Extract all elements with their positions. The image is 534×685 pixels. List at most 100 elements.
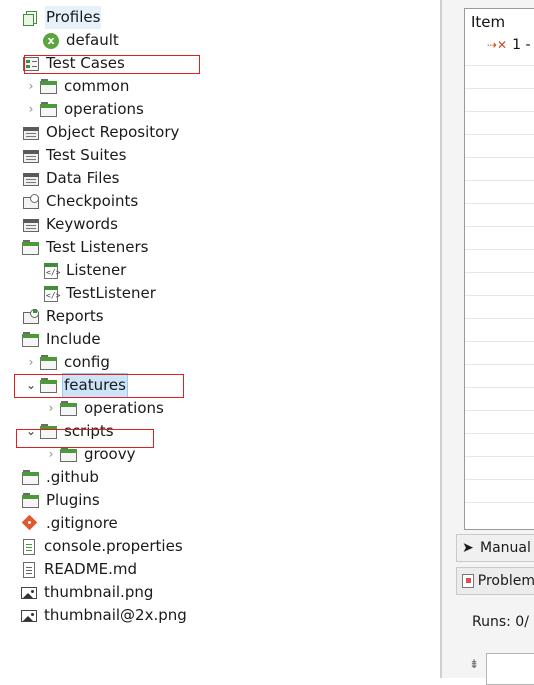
tree-item-label: operations: [64, 100, 144, 118]
item-table: Item ⇢✕ 1 - V: [464, 8, 534, 530]
remove-icon: ⇢✕: [487, 38, 508, 52]
tree-item-object-repository[interactable]: Object Repository: [22, 121, 180, 144]
chevron-down-icon[interactable]: ⌄: [26, 374, 36, 397]
panel-gutter: [442, 0, 456, 678]
chevron-right-icon[interactable]: ›: [26, 75, 36, 98]
tree-item-github[interactable]: .github: [22, 466, 100, 489]
tree-item-thumbnail-2x[interactable]: thumbnail@2x.png: [20, 604, 188, 627]
reports-icon: [22, 308, 40, 326]
tree-item-gitignore[interactable]: .gitignore: [21, 512, 119, 535]
tree-item-thumbnail[interactable]: thumbnail.png: [20, 581, 154, 604]
table-row[interactable]: ⇢✕ 1 - V: [487, 37, 534, 53]
script-file-icon: </>: [42, 262, 60, 280]
tree-item-label: Plugins: [46, 491, 100, 509]
test-cases-icon: [22, 55, 40, 73]
cursor-icon: ➤: [462, 540, 474, 556]
tree-item-console-properties[interactable]: console.properties: [20, 535, 184, 558]
tree-item-label: Data Files: [46, 169, 120, 187]
checkpoints-icon: [22, 193, 40, 211]
tree-item-label: Keywords: [46, 215, 118, 233]
tree-item-keywords[interactable]: Keywords: [22, 213, 119, 236]
tree-item-groovy[interactable]: › groovy: [46, 443, 136, 466]
tree-item-include[interactable]: Include: [22, 328, 102, 351]
tree-item-label: operations: [84, 399, 164, 417]
chevron-right-icon[interactable]: ›: [46, 443, 56, 466]
tree-item-features[interactable]: ⌄ features: [26, 373, 128, 398]
tree-item-label: Reports: [46, 307, 104, 325]
tab-problems[interactable]: Problem: [456, 567, 534, 595]
tree-item-features-operations[interactable]: › operations: [46, 397, 165, 420]
tree-item-label: TestListener: [66, 284, 156, 302]
tree-item-label: Test Suites: [46, 146, 127, 164]
tree-item-label: Test Cases: [46, 54, 125, 72]
image-file-icon: [20, 607, 38, 625]
script-file-icon: </>: [42, 285, 60, 303]
tree-item-label: .gitignore: [46, 514, 118, 532]
tree-item-listener[interactable]: </> Listener: [42, 259, 127, 282]
tree-item-config[interactable]: › config: [26, 351, 111, 374]
tree-item-label: Object Repository: [46, 123, 180, 141]
folder-icon: [22, 331, 40, 349]
tree-item-test-suites[interactable]: Test Suites: [22, 144, 127, 167]
tree-item-label: .github: [46, 468, 99, 486]
tree-item-label: Profiles: [45, 6, 102, 29]
tree-item-scripts[interactable]: ⌄ scripts: [26, 420, 115, 443]
tree-item-operations[interactable]: › operations: [26, 98, 145, 121]
chevron-right-icon[interactable]: ›: [26, 351, 36, 374]
tree-item-test-cases[interactable]: Test Cases: [22, 52, 126, 75]
profile-x-icon: x: [42, 32, 60, 50]
script-folder-icon: [60, 446, 78, 464]
runs-counter: Runs: 0/: [472, 614, 529, 630]
tree-item-label: console.properties: [44, 537, 183, 555]
tree-item-readme[interactable]: README.md: [20, 558, 138, 581]
collapse-icon[interactable]: ⇟: [469, 657, 479, 671]
tab-manual-label: Manual: [480, 540, 531, 556]
folder-icon: [60, 400, 78, 418]
tree-item-label: scripts: [64, 422, 114, 440]
properties-file-icon: [20, 538, 38, 556]
chevron-down-icon[interactable]: ⌄: [26, 420, 36, 443]
folder-icon: [40, 377, 58, 395]
tree-item-common[interactable]: › common: [26, 75, 130, 98]
tree-item-label: Test Listeners: [46, 238, 149, 256]
chevron-right-icon[interactable]: ›: [46, 397, 56, 420]
folder-icon: [22, 469, 40, 487]
object-repository-icon: [22, 124, 40, 142]
tree-item-label: common: [64, 77, 130, 95]
project-explorer-tree: Profiles x default Test Cases › common ›…: [0, 0, 440, 678]
text-file-icon: [20, 561, 38, 579]
tree-item-label: groovy: [84, 445, 136, 463]
image-file-icon: [20, 584, 38, 602]
tree-item-label: README.md: [44, 560, 138, 578]
chevron-right-icon[interactable]: ›: [26, 98, 36, 121]
test-suites-icon: [22, 147, 40, 165]
folder-icon: [40, 78, 58, 96]
tree-item-reports[interactable]: Reports: [22, 305, 105, 328]
column-header-item: Item: [471, 13, 506, 31]
folder-icon: [40, 101, 58, 119]
tree-item-testlistener[interactable]: </> TestListener: [42, 282, 157, 305]
keywords-icon: [22, 216, 40, 234]
profiles-icon: [22, 9, 40, 27]
data-files-icon: [22, 170, 40, 188]
tree-item-plugins[interactable]: Plugins: [22, 489, 101, 512]
tree-item-label: features: [62, 373, 128, 398]
tree-item-test-listeners[interactable]: Test Listeners: [22, 236, 149, 259]
tree-item-data-files[interactable]: Data Files: [22, 167, 121, 190]
tree-item-label: thumbnail@2x.png: [44, 606, 187, 624]
tab-problems-label: Problem: [477, 573, 534, 589]
git-icon: [21, 514, 40, 533]
tree-item-default-profile[interactable]: x default: [42, 29, 120, 52]
tree-item-label: Checkpoints: [46, 192, 139, 210]
table-row-label: 1 - V: [512, 37, 534, 53]
tree-item-label: Listener: [66, 261, 127, 279]
folder-icon: [40, 423, 58, 441]
tree-item-label: default: [66, 31, 119, 49]
folder-icon: [22, 492, 40, 510]
problems-icon: [462, 574, 474, 588]
tree-item-checkpoints[interactable]: Checkpoints: [22, 190, 139, 213]
results-area: [486, 653, 534, 685]
tree-item-profiles[interactable]: Profiles: [22, 6, 102, 29]
tab-manual[interactable]: ➤ Manual: [456, 534, 534, 562]
folder-icon: [22, 239, 40, 257]
